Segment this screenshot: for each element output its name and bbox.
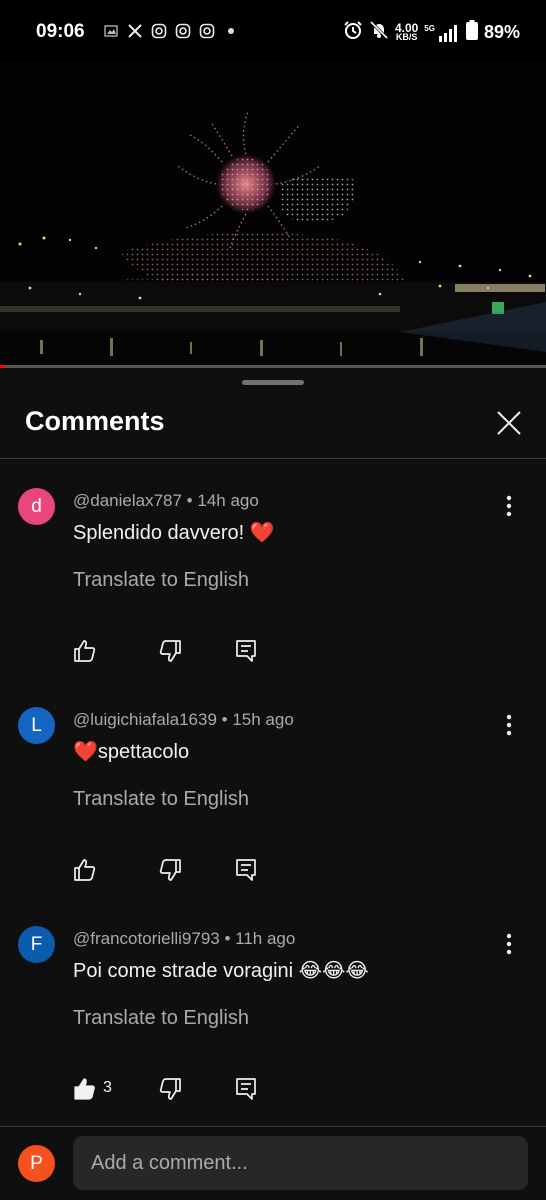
comment-text: ❤️spettacolo — [73, 741, 190, 763]
comment-item: F @francotorielli9793 • 11h ago Poi come… — [0, 916, 546, 1126]
like-count: 3 — [103, 1079, 112, 1096]
mute-icon — [369, 20, 389, 45]
instagram-icon — [150, 22, 167, 39]
thumbs-down-icon — [159, 1078, 181, 1100]
translate-link[interactable]: Translate to English — [73, 788, 249, 811]
thumbs-up-icon — [74, 859, 96, 881]
comment-meta: @luigichiafala1639 • 15h ago — [73, 710, 294, 729]
like-button[interactable] — [72, 857, 98, 883]
thumbs-up-filled-icon — [74, 1078, 95, 1100]
comment-text: Poi come strade voragini 😂😂😂 — [73, 960, 369, 982]
reply-button[interactable] — [233, 1076, 259, 1102]
data-speed: 4.00 KB/S — [394, 20, 419, 42]
comment-meta: @danielax787 • 14h ago — [73, 491, 259, 510]
reply-button[interactable] — [233, 857, 259, 883]
signal-icon: 5G — [424, 24, 460, 42]
avatar[interactable]: F — [18, 926, 55, 963]
video-progress-fill — [0, 365, 6, 368]
input-divider — [0, 1126, 546, 1127]
comment-actions — [72, 638, 272, 666]
drag-handle[interactable] — [242, 380, 304, 385]
reply-button[interactable] — [233, 638, 259, 664]
comment-actions: 3 — [72, 1076, 272, 1104]
thumbs-down-icon — [159, 640, 181, 662]
notification-icons — [102, 22, 239, 39]
comment-actions — [72, 857, 272, 885]
comment-author[interactable]: @danielax787 — [73, 491, 182, 510]
comment-time: 15h ago — [232, 710, 294, 729]
system-icons: 4.00 KB/S 5G 89% — [343, 20, 520, 45]
dislike-button[interactable] — [157, 1076, 183, 1102]
comment-time: 11h ago — [235, 929, 296, 948]
video-player[interactable] — [0, 62, 546, 367]
like-button[interactable]: 3 — [72, 1076, 112, 1102]
user-avatar: P — [18, 1145, 55, 1182]
dislike-button[interactable] — [157, 638, 183, 664]
translate-link[interactable]: Translate to English — [73, 569, 249, 592]
header-divider — [0, 458, 546, 459]
comment-time: 14h ago — [197, 491, 259, 510]
battery-icon — [465, 20, 478, 45]
x-icon — [126, 22, 143, 39]
close-icon — [497, 411, 521, 435]
instagram-icon — [174, 22, 191, 39]
add-comment-input[interactable]: Add a comment... — [73, 1136, 528, 1190]
more-options-button[interactable] — [498, 932, 520, 956]
clock: 09:06 — [36, 21, 85, 42]
comments-sheet: Comments d @danielax787 • 14h ago Splend… — [0, 368, 546, 1200]
comment-author[interactable]: @francotorielli9793 — [73, 929, 220, 948]
comment-meta: @francotorielli9793 • 11h ago — [73, 929, 296, 948]
avatar[interactable]: d — [18, 488, 55, 525]
video-frame — [0, 62, 546, 367]
add-comment-placeholder: Add a comment... — [91, 1152, 248, 1174]
comment-item: d @danielax787 • 14h ago Splendido davve… — [0, 478, 546, 688]
reply-icon — [236, 1078, 256, 1100]
status-bar: 09:06 4.00 KB/S 5G 89% — [0, 0, 546, 62]
battery-level: 89% — [483, 22, 520, 42]
close-button[interactable] — [492, 406, 526, 440]
thumbs-up-icon — [74, 640, 96, 662]
avatar[interactable]: L — [18, 707, 55, 744]
more-vert-icon — [506, 933, 512, 955]
more-vert-icon — [506, 714, 512, 736]
alarm-icon — [343, 20, 363, 45]
thumbs-down-icon — [159, 859, 181, 881]
like-button[interactable] — [72, 638, 98, 664]
more-vert-icon — [506, 495, 512, 517]
more-options-button[interactable] — [498, 713, 520, 737]
gallery-icon — [102, 22, 119, 39]
comment-text: Splendido davvero! ❤️ — [73, 522, 275, 544]
sheet-title: Comments — [25, 406, 165, 436]
translate-link[interactable]: Translate to English — [73, 1007, 249, 1030]
reply-icon — [236, 640, 256, 662]
instagram-icon — [198, 22, 215, 39]
reply-icon — [236, 859, 256, 881]
comment-author[interactable]: @luigichiafala1639 — [73, 710, 217, 729]
dislike-button[interactable] — [157, 857, 183, 883]
more-options-button[interactable] — [498, 494, 520, 518]
dot-icon — [222, 22, 239, 39]
comment-item: L @luigichiafala1639 • 15h ago ❤️spettac… — [0, 697, 546, 907]
